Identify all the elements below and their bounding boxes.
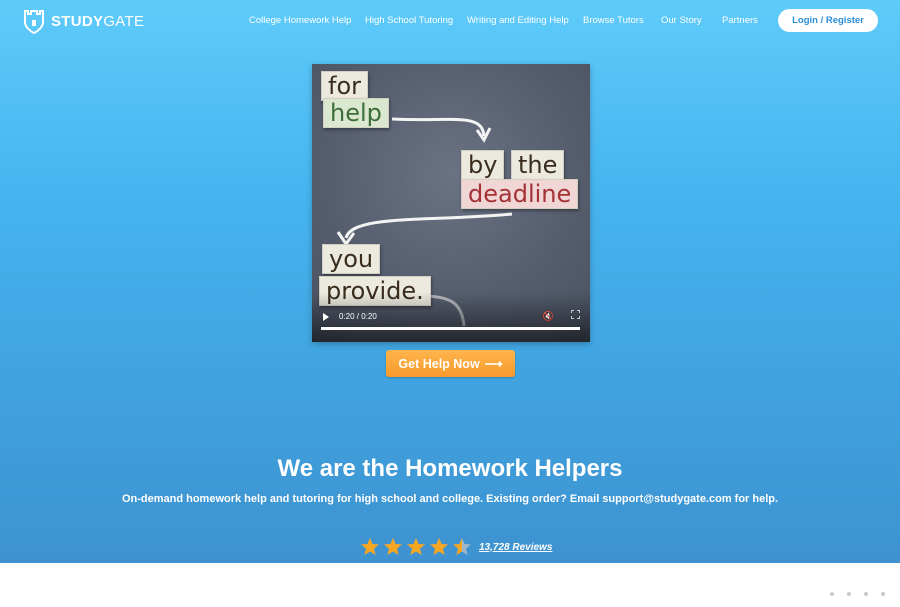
video-time: 0:20 / 0:20 <box>339 312 377 321</box>
word-card-by: by <box>461 150 505 180</box>
main-nav: College Homework Help High School Tutori… <box>0 15 900 29</box>
nav-partners[interactable]: Partners <box>722 15 758 26</box>
get-help-now-button[interactable]: Get Help Now ⟶ <box>386 350 515 377</box>
mute-icon[interactable]: 🔇 <box>543 311 554 322</box>
video-progress-bar[interactable] <box>321 327 580 330</box>
dot[interactable] <box>881 592 885 596</box>
fullscreen-icon[interactable] <box>571 310 580 319</box>
star-icon <box>430 538 448 555</box>
hero-section: STUDYGATE College Homework Help High Sch… <box>0 0 900 563</box>
word-card-the: the <box>511 150 565 180</box>
reviews-link[interactable]: 13,728 Reviews <box>479 542 552 553</box>
arrow-right-icon: ⟶ <box>484 357 503 371</box>
video-progress-fill <box>321 327 580 330</box>
hero-subline: On-demand homework help and tutoring for… <box>121 493 779 505</box>
nav-high-school-tutoring[interactable]: High School Tutoring <box>365 15 453 26</box>
nav-writing-editing-help[interactable]: Writing and Editing Help <box>467 15 569 26</box>
star-icon <box>407 538 425 555</box>
star-icon <box>453 538 471 555</box>
star-icon <box>384 538 402 555</box>
video-player[interactable]: for help by the deadline you provide. 0:… <box>312 64 590 342</box>
pagination-dots <box>830 592 885 596</box>
play-icon[interactable] <box>323 313 329 321</box>
word-card-deadline: deadline <box>461 179 579 209</box>
dot[interactable] <box>847 592 851 596</box>
hero-headline: We are the Homework Helpers <box>277 455 623 482</box>
cta-label: Get Help Now <box>398 356 480 371</box>
star-icon <box>361 538 379 555</box>
dot[interactable] <box>864 592 868 596</box>
login-register-button[interactable]: Login / Register <box>778 9 878 32</box>
word-card-for: for <box>321 71 368 101</box>
word-card-help: help <box>323 98 389 128</box>
nav-our-story[interactable]: Our Story <box>661 15 702 26</box>
star-rating <box>360 537 472 557</box>
video-controls: 0:20 / 0:20 🔇 <box>312 292 590 342</box>
dot[interactable] <box>830 592 834 596</box>
rating: 13,728 Reviews <box>360 537 552 557</box>
nav-browse-tutors[interactable]: Browse Tutors <box>583 15 644 26</box>
word-card-you: you <box>322 244 381 274</box>
nav-college-homework-help[interactable]: College Homework Help <box>249 15 351 26</box>
